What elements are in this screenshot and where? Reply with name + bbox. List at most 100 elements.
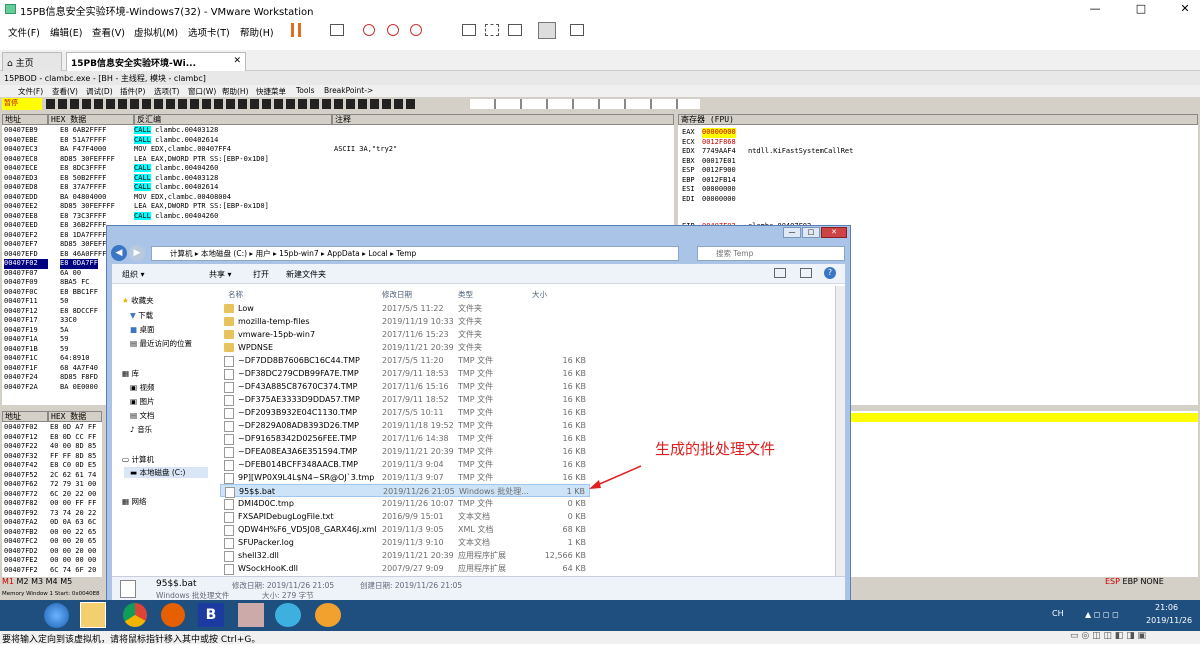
register-row[interactable]: EBP 0012FB14 [682,176,1182,186]
disasm-row[interactable]: 00407ED8 E8 37A7FFFF CALL clambc.00402614 [2,183,674,193]
taskbar-app-diamond-icon[interactable] [275,603,301,627]
tab-home[interactable]: ⌂ 主页 [2,52,62,71]
mem-tab-3[interactable]: M3 [31,577,43,586]
file-row[interactable]: ~DF91658342D0256FEE.TMP 2017/11/6 14:38 TM… [220,432,590,445]
file-row[interactable]: ~DF38DC279CDB99FA7E.TMP 2017/9/11 18:53 TM… [220,367,590,380]
disasm-row[interactable]: 00407ED3 E8 50B2FFFF CALL clambc.00403128 [2,173,674,184]
close-button[interactable]: ✕ [1170,2,1200,15]
organize-button[interactable]: 组织 ▾ [122,269,145,280]
breadcrumb-2[interactable]: 用户 [256,249,271,258]
dump-row[interactable]: 00407FB2 00 00 22 65 [2,528,102,538]
mem-tab-2[interactable]: M2 [17,577,29,586]
preview-pane-icon[interactable] [800,268,812,278]
dump-row[interactable]: 00407FC2 00 00 20 65 [2,537,102,547]
dump-row[interactable]: 00407F32 FF FF 8D 85 [2,452,102,462]
send-keys-icon[interactable] [330,24,344,36]
file-row[interactable]: 9P][WP0X9L4L$N4~SR@OJ`3.tmp 2019/11/3 9:0… [220,471,590,484]
dump-row[interactable]: 00407F22 40 00 8D 85 [2,442,102,452]
file-row[interactable]: shell32.dll 2019/11/21 20:39 应用程序扩展 12,566 … [220,549,590,562]
stack-mode-none[interactable]: NONE [1140,577,1163,586]
file-row[interactable]: Low 2017/5/5 11:22 文件夹 [220,302,590,315]
dump-row[interactable]: 00407F82 00 00 FF FF [2,499,102,509]
dump-pane[interactable]: 地址 HEX 数据 00407F02 E8 0D A7 FF 00407F12 E8 … [2,411,102,577]
menu-file[interactable]: 文件(F) [8,25,40,39]
back-button[interactable]: ◀ [111,245,127,261]
dump-row[interactable]: 00407F02 E8 0D A7 FF [2,423,102,433]
menu-tabs[interactable]: 选项卡(T) [188,25,230,39]
od-menu-breakpoint[interactable]: BreakPoint-> [324,86,373,95]
mem-tab-4[interactable]: M4 [46,577,58,586]
taskbar-firefox-icon[interactable] [161,603,185,627]
file-row[interactable]: ~DFEB014BCFF348AACB.TMP 2019/11/3 9:04 TMP… [220,458,590,471]
disasm-row[interactable]: 00407EC3 BA F47F4000 MOV EDX,clambc.00407F… [2,145,674,155]
dump-row[interactable]: 00407F52 2C 62 61 74 [2,471,102,481]
menu-help[interactable]: 帮助(H) [240,25,274,39]
file-row[interactable]: ~DF2093B932E04C1130.TMP 2017/5/5 10:11 TMP… [220,406,590,419]
console-icon[interactable] [538,22,556,39]
full-screen-icon[interactable] [462,24,476,36]
taskbar-app-b-icon[interactable]: B [198,603,224,627]
explorer-max-button[interactable]: □ [802,227,820,238]
taskbar-lang[interactable]: CH [1052,609,1064,618]
od-menu-plugins[interactable]: 插件(P) [120,86,145,97]
manage-snapshots-icon[interactable] [410,24,422,36]
dump-row[interactable]: 00407F92 73 74 20 22 [2,509,102,519]
new-folder-button[interactable]: 新建文件夹 [286,269,326,280]
taskbar-explorer-icon[interactable] [80,602,106,628]
explorer-min-button[interactable]: — [783,227,801,238]
view-icon[interactable] [508,24,522,36]
col-date-header[interactable]: 修改日期 [382,289,412,300]
taskbar-chrome-icon[interactable] [123,603,147,627]
view-options-icon[interactable] [774,268,786,278]
disasm-row[interactable]: 00407EC8 8D85 30FEFFFF LEA EAX,DWORD PTR S… [2,155,674,165]
nav-c-drive[interactable]: ▬ 本地磁盘 (C:) [124,467,208,478]
disasm-row[interactable]: 00407EBE E8 51A7FFFF CALL clambc.00402614 [2,135,674,146]
vertical-scrollbar[interactable] [835,286,845,576]
register-row[interactable]: ESP 0012F900 [682,166,1182,176]
dump-row[interactable]: 00407FF2 6C 74 6F 20 [2,566,102,576]
mem-tab-5[interactable]: M5 [60,577,72,586]
unity-icon[interactable] [485,24,499,36]
od-menu-tools[interactable]: Tools [296,86,314,95]
file-row[interactable]: QDW4H%F6_VD5J08_GARX46J.xml 2019/11/3 9:0… [220,523,590,536]
nav-computer[interactable]: ▭ 计算机 [122,454,154,465]
dump-row[interactable]: 00407F12 E8 0D CC FF [2,433,102,443]
file-row[interactable]: ~DF2829A08AD8393D26.TMP 2019/11/18 19:52 T… [220,419,590,432]
disasm-row[interactable]: 00407EB9 E8 6AB2FFFF CALL clambc.00403128 [2,126,674,136]
od-menu-options[interactable]: 选项(T) [154,86,179,97]
disasm-row[interactable]: 00407EDD BA 04804000 MOV EDX,clambc.004080… [2,193,674,203]
file-row[interactable]: mozilla-temp-files 2019/11/19 10:33 文件夹 [220,315,590,328]
disasm-row[interactable]: 00407ECE E8 8DC3FFFF CALL clambc.00404260 [2,164,674,174]
stack-pane[interactable] [850,411,1198,577]
address-bar[interactable]: 计算机 ▸ 本地磁盘 (C:) ▸ 用户 ▸ 15pb-win7 ▸ AppDa… [151,246,679,261]
breadcrumb-4[interactable]: AppData [327,249,360,258]
snapshot-icon[interactable] [363,24,375,36]
breadcrumb-3[interactable]: 15pb-win7 [279,249,319,258]
dump-row[interactable]: 00407F72 6C 20 22 00 [2,490,102,500]
nav-recent[interactable]: ▤ 最近访问的位置 [130,338,192,349]
file-row[interactable]: vmware-15pb-win7 2017/11/6 15:23 文件夹 [220,328,590,341]
od-menu-view[interactable]: 查看(V) [52,86,78,97]
breadcrumb-6[interactable]: Temp [396,249,416,258]
stack-mode-esp[interactable]: ESP [1105,577,1120,586]
nav-pictures[interactable]: ▣ 图片 [130,396,154,407]
col-type-header[interactable]: 类型 [458,289,473,300]
revert-snapshot-icon[interactable] [387,24,399,36]
nav-downloads[interactable]: ▼ 下载 [130,310,153,321]
dump-row[interactable]: 00407FA2 0D 0A 63 6C [2,518,102,528]
tab-close-icon[interactable]: ✕ [233,56,241,66]
stack-mode-ebp[interactable]: EBP [1123,577,1138,586]
od-menu-file[interactable]: 文件(F) [18,86,43,97]
share-button[interactable]: 共享 ▾ [209,269,232,280]
maximize-button[interactable]: □ [1126,2,1156,15]
stretch-icon[interactable] [570,24,584,36]
file-row[interactable]: 95$$.bat 2019/11/26 21:05 Windows 批处理... 1 … [220,484,590,498]
forward-button[interactable]: ▶ [129,245,145,261]
minimize-button[interactable]: — [1080,2,1110,15]
register-row[interactable]: EAX 00000000 [682,128,1182,138]
file-row[interactable]: ~DF43A885C87670C374.TMP 2017/11/6 15:16 TM… [220,380,590,393]
tab-vm[interactable]: 15PB信息安全实验环境-Wi... ✕ [66,52,246,71]
col-name-header[interactable]: 名称 [228,289,243,300]
od-plugin-buttons[interactable] [470,99,700,109]
dump-row[interactable]: 00407FE2 00 00 00 00 [2,556,102,566]
